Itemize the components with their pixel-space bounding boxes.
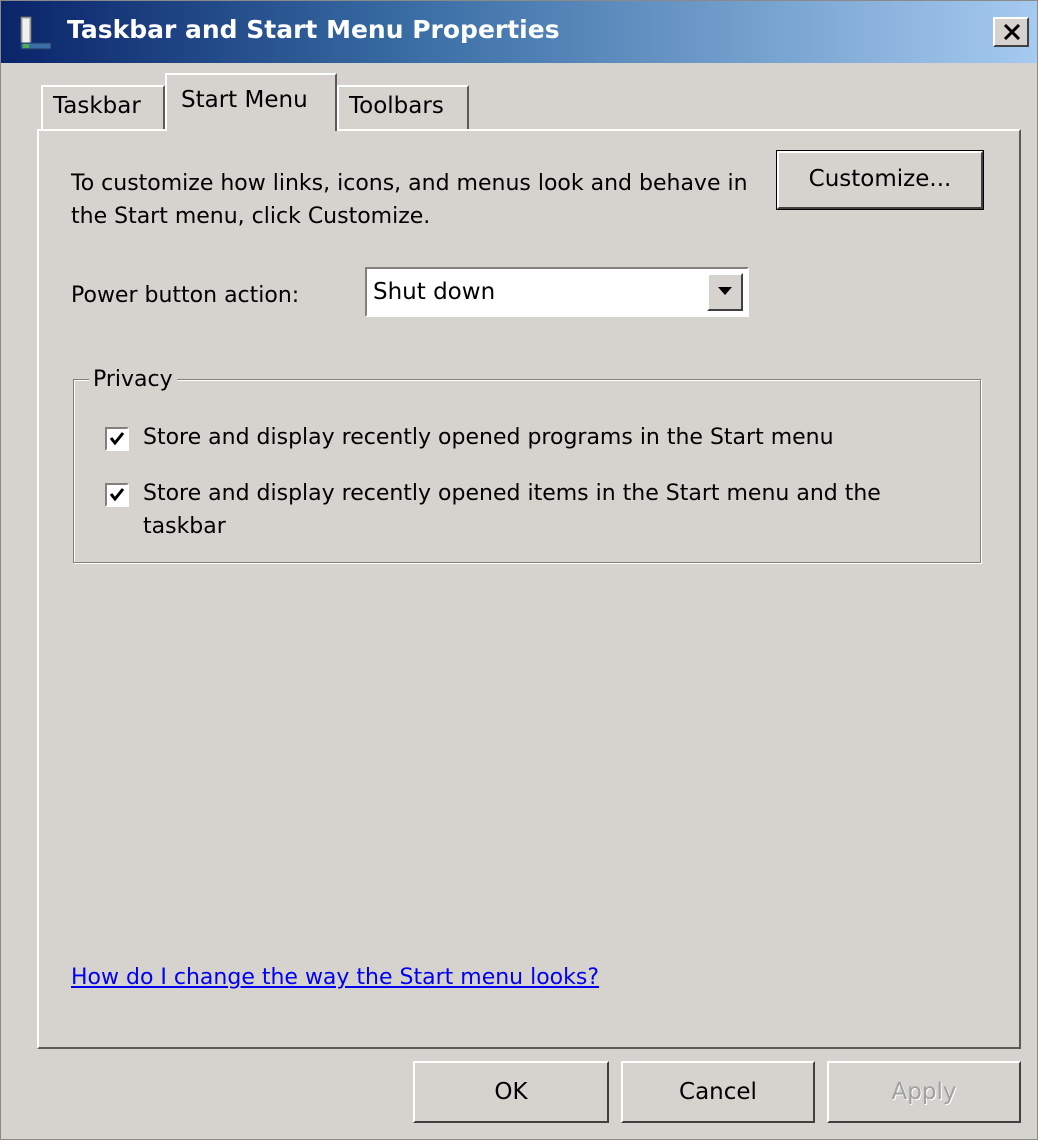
dropdown-button[interactable] [707,273,743,311]
power-button-action-value: Shut down [373,279,496,305]
power-button-action-label: Power button action: [71,283,300,308]
recent-programs-checkbox[interactable] [105,427,129,451]
recent-programs-label[interactable]: Store and display recently opened progra… [143,421,834,454]
window-title: Taskbar and Start Menu Properties [67,15,560,44]
recent-items-checkbox[interactable] [105,483,129,507]
close-button[interactable] [993,17,1029,47]
dialog-window: Taskbar and Start Menu Properties Taskba… [0,0,1038,1140]
privacy-group-label: Privacy [89,367,177,392]
tab-toolbars[interactable]: Toolbars [337,85,469,129]
apply-button[interactable]: Apply [827,1061,1021,1123]
start-menu-help-link[interactable]: How do I change the way the Start menu l… [71,965,599,990]
power-button-action-select[interactable]: Shut down [365,267,749,317]
taskbar-properties-icon [19,15,53,51]
ok-button[interactable]: OK [413,1061,609,1123]
tab-start-menu[interactable]: Start Menu [165,73,337,131]
cancel-button[interactable]: Cancel [621,1061,815,1123]
checkmark-icon [109,488,125,502]
customize-button[interactable]: Customize... [776,150,984,210]
checkmark-icon [109,432,125,446]
title-bar[interactable]: Taskbar and Start Menu Properties [1,1,1037,63]
close-icon [1003,24,1021,40]
chevron-down-icon [718,287,732,295]
customize-description: To customize how links, icons, and menus… [71,171,748,229]
tab-taskbar[interactable]: Taskbar [41,85,165,129]
recent-items-label[interactable]: Store and display recently opened items … [143,477,943,543]
